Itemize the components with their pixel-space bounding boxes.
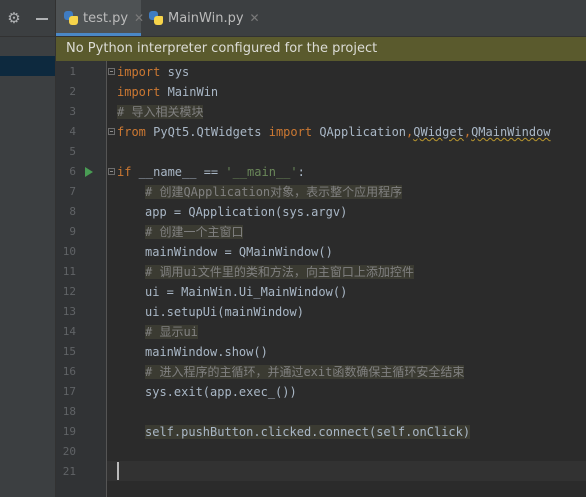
gear-icon[interactable]: ⚙ <box>6 10 22 26</box>
code-text: QMainWindow <box>471 125 551 139</box>
project-selected-row[interactable] <box>0 56 55 76</box>
code-line-17[interactable]: sys.exit(app.exec_()) <box>145 382 297 402</box>
code-text: PyQt5.QtWidgets <box>145 125 269 139</box>
fold-marker-icon[interactable] <box>108 128 115 135</box>
text-caret <box>117 462 119 480</box>
code-line-19[interactable]: self.pushButton.clicked.connect(self.onC… <box>145 422 471 442</box>
code-line-11[interactable]: # 调用ui文件里的类和方法，向主窗口上添加控件 <box>145 262 414 282</box>
close-icon[interactable]: ✕ <box>250 11 260 25</box>
line-number: 9 <box>69 225 76 238</box>
project-toolbar: ⚙ <box>0 0 55 37</box>
code-text: MainWin <box>160 85 219 99</box>
line-number: 8 <box>69 205 76 218</box>
code-line-10[interactable]: mainWindow = QMainWindow() <box>145 242 333 262</box>
comment: # 调用ui文件里的类和方法，向主窗口上添加控件 <box>145 265 414 279</box>
code-line-13[interactable]: ui.setupUi(mainWindow) <box>145 302 304 322</box>
fold-divider <box>106 61 107 497</box>
line-number: 1 <box>69 65 76 78</box>
code-line-3[interactable]: # 导入相关模块 <box>117 102 204 122</box>
line-number: 7 <box>69 185 76 198</box>
code-text: QApplication <box>312 125 407 139</box>
code-line-8[interactable]: app = QApplication(sys.argv) <box>145 202 347 222</box>
line-number: 17 <box>62 385 76 398</box>
code-line-4[interactable]: from PyQt5.QtWidgets import QApplication… <box>117 122 551 142</box>
minimize-icon[interactable] <box>34 10 50 26</box>
line-number: 10 <box>62 245 76 258</box>
code-text: __name__ == <box>131 165 226 179</box>
keyword: import <box>268 125 313 139</box>
comment: # 导入相关模块 <box>117 105 204 119</box>
highlighted-code: self.pushButton.clicked.connect(self.onC… <box>145 425 471 439</box>
line-number: 5 <box>69 145 76 158</box>
line-number: 20 <box>62 445 76 458</box>
line-number: 11 <box>62 265 76 278</box>
keyword: from <box>117 125 146 139</box>
code-line-16[interactable]: # 进入程序的主循环，并通过exit函数确保主循环安全结束 <box>145 362 465 382</box>
tab-label: MainWin.py <box>168 10 244 26</box>
line-number: 13 <box>62 305 76 318</box>
tab-mainwin-py[interactable]: MainWin.py ✕ <box>141 0 260 36</box>
line-number: 21 <box>62 465 76 478</box>
code-line-1[interactable]: import sys <box>117 62 189 82</box>
code-line-9[interactable]: # 创建一个主窗口 <box>145 222 244 242</box>
line-number: 15 <box>62 345 76 358</box>
code-line-2[interactable]: import MainWin <box>117 82 218 102</box>
line-number: 12 <box>62 285 76 298</box>
string: '__main__' <box>225 165 298 179</box>
code-line-6[interactable]: if __name__ == '__main__': <box>117 162 305 182</box>
comment: # 创建QApplication对象，表示整个应用程序 <box>145 185 403 199</box>
line-number: 4 <box>69 125 76 138</box>
comment: # 创建一个主窗口 <box>145 225 244 239</box>
tab-test-py[interactable]: test.py ✕ <box>56 0 144 36</box>
comment: # 显示ui <box>145 325 198 339</box>
fold-marker-icon[interactable] <box>108 68 115 75</box>
code-text: , <box>463 125 472 139</box>
line-number: 3 <box>69 105 76 118</box>
keyword: if <box>117 165 132 179</box>
line-number: 18 <box>62 405 76 418</box>
interpreter-warning-banner[interactable]: No Python interpreter configured for the… <box>56 37 586 61</box>
python-file-icon <box>149 11 163 25</box>
code-line-7[interactable]: # 创建QApplication对象，表示整个应用程序 <box>145 182 403 202</box>
run-arrow-icon[interactable] <box>85 167 93 177</box>
line-number: 6 <box>69 165 76 178</box>
fold-marker-icon[interactable] <box>108 168 115 175</box>
keyword: import <box>117 85 161 99</box>
current-line-highlight <box>107 461 586 481</box>
code-text: QWidget <box>413 125 464 139</box>
code-text: : <box>297 165 305 179</box>
code-text: sys <box>160 65 190 79</box>
code-line-12[interactable]: ui = MainWin.Ui_MainWindow() <box>145 282 347 302</box>
editor-tabbar: test.py ✕ MainWin.py ✕ <box>56 0 586 37</box>
python-file-icon <box>64 11 78 25</box>
line-number: 19 <box>62 425 76 438</box>
code-line-15[interactable]: mainWindow.show() <box>145 342 268 362</box>
line-number: 2 <box>69 85 76 98</box>
keyword: import <box>117 65 161 79</box>
comment: # 进入程序的主循环，并通过exit函数确保主循环安全结束 <box>145 365 465 379</box>
code-line-14[interactable]: # 显示ui <box>145 322 198 342</box>
line-number: 14 <box>62 325 76 338</box>
tab-label: test.py <box>83 10 129 26</box>
line-number: 16 <box>62 365 76 378</box>
